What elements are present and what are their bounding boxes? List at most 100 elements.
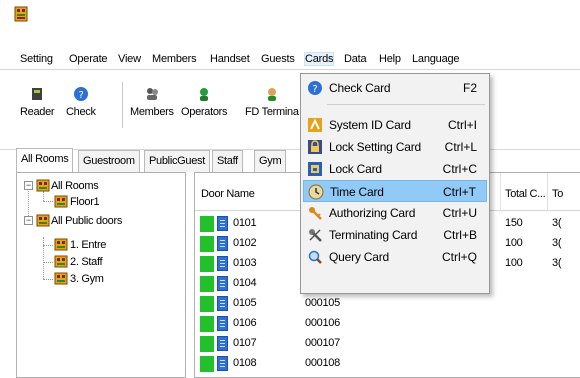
tree-connector [43, 191, 44, 201]
menu-setting[interactable]: Setting [20, 53, 53, 65]
tab-gym[interactable]: Gym [254, 150, 287, 172]
door-status-indicator [200, 236, 214, 252]
tree-collapse-toggle[interactable]: − [24, 216, 33, 225]
door-icon [217, 356, 228, 371]
door-name-cell: 0102 [233, 237, 257, 249]
menu-item-shortcut: Ctrl+Q [441, 250, 477, 264]
menu-operate[interactable]: Operate [69, 53, 108, 65]
column-divider[interactable] [547, 173, 548, 211]
tree-node-entre[interactable]: 1. Entre [70, 239, 106, 251]
menu-item-label: Check Card [329, 81, 391, 95]
reader-icon [32, 88, 43, 100]
menu-item-shortcut: Ctrl+T [443, 185, 476, 199]
menu-bar: Setting Operate View Members Handset Gue… [0, 50, 580, 70]
table-row[interactable]: 0108 000108 [195, 355, 580, 373]
menu-item-terminating-card[interactable]: Terminating Card Ctrl+B [303, 224, 487, 246]
svg-text:?: ? [78, 90, 83, 101]
tree-node-all-rooms[interactable]: All Rooms [51, 180, 99, 192]
menu-cards[interactable]: Cards [303, 52, 335, 66]
tree-node-gym[interactable]: 3. Gym [70, 273, 104, 285]
fd-terminal-button[interactable]: FD Termina [245, 86, 299, 118]
door-tree: − All Rooms Floor1 − All Public doors 1.… [16, 172, 186, 378]
menu-item-shortcut: Ctrl+B [443, 228, 477, 242]
tree-connector [43, 279, 53, 280]
members-label: Members [130, 106, 174, 118]
column-divider[interactable] [500, 173, 501, 211]
app-logo-icon [14, 6, 28, 22]
tab-all-rooms[interactable]: All Rooms [16, 148, 74, 172]
menu-item-shortcut: Ctrl+C [442, 162, 477, 176]
system-id-card-icon [308, 118, 322, 132]
menu-language[interactable]: Language [412, 53, 460, 65]
check-card-icon: ? [308, 81, 322, 95]
lock-setting-card-icon [308, 140, 322, 154]
door-name-cell: 0106 [233, 317, 257, 329]
menu-members[interactable]: Members [152, 53, 197, 65]
door-icon [217, 316, 228, 331]
menu-item-label: Terminating Card [329, 228, 418, 242]
time-card-icon [308, 184, 324, 200]
tree-node-staff[interactable]: 2. Staff [70, 256, 103, 268]
tree-connector [28, 191, 29, 216]
building-icon [36, 214, 50, 227]
door-status-indicator [200, 316, 214, 332]
reader-button[interactable]: Reader [20, 86, 55, 118]
menu-data[interactable]: Data [344, 53, 367, 65]
tree-collapse-toggle[interactable]: − [24, 181, 33, 190]
door-status-indicator [200, 296, 214, 312]
menu-view[interactable]: View [118, 53, 141, 65]
column-header-total[interactable]: Total C... [505, 188, 546, 200]
title-bar [0, 0, 580, 44]
total-cell: 100 [505, 237, 523, 249]
door-icon [217, 256, 228, 271]
door-group-icon [54, 238, 68, 251]
menu-item-system-id-card[interactable]: System ID Card Ctrl+I [303, 114, 487, 136]
menu-item-query-card[interactable]: Query Card Ctrl+Q [303, 246, 487, 268]
terminating-card-icon [309, 229, 322, 242]
tree-connector [43, 237, 44, 279]
members-button[interactable]: Members [130, 86, 174, 118]
check-label: Check [66, 106, 96, 118]
tab-guestroom[interactable]: Guestroom [78, 150, 140, 172]
door-code-cell: 000105 [305, 297, 340, 309]
door-code-cell: 000108 [305, 357, 340, 369]
menu-item-lock-setting-card[interactable]: Lock Setting Card Ctrl+L [303, 136, 487, 158]
menu-item-authorizing-card[interactable]: Authorizing Card Ctrl+U [303, 202, 487, 224]
table-row[interactable]: 0107 000107 [195, 335, 580, 353]
menu-help[interactable]: Help [379, 53, 401, 65]
menu-separator [327, 104, 485, 105]
door-name-cell: 0108 [233, 357, 257, 369]
query-card-icon [308, 250, 322, 264]
table-row[interactable]: 0105 000105 [195, 295, 580, 313]
check-button[interactable]: ? Check [66, 86, 96, 118]
door-icon [217, 296, 228, 311]
door-group-icon [54, 272, 68, 285]
menu-handset[interactable]: Handset [210, 53, 250, 65]
tree-node-floor1[interactable]: Floor1 [70, 196, 100, 208]
operators-button[interactable]: Operators [181, 86, 228, 118]
tree-node-all-public-doors[interactable]: All Public doors [51, 215, 122, 227]
check-icon: ? [73, 87, 88, 101]
members-icon [146, 88, 158, 100]
tree-connector [43, 201, 53, 202]
column-header-door-name[interactable]: Door Name [201, 188, 255, 200]
menu-item-lock-card[interactable]: Lock Card Ctrl+C [303, 158, 487, 180]
last-cell: 3( [552, 217, 562, 229]
last-cell: 3( [552, 237, 562, 249]
total-cell: 100 [505, 257, 523, 269]
operators-label: Operators [181, 106, 228, 118]
menu-item-check-card[interactable]: ? Check Card F2 [303, 77, 487, 99]
tab-staff[interactable]: Staff [212, 150, 243, 172]
menu-guests[interactable]: Guests [261, 53, 295, 65]
building-icon [36, 179, 50, 192]
door-code-cell: 000106 [305, 317, 340, 329]
fd-terminal-icon [267, 88, 276, 101]
door-name-cell: 0101 [233, 217, 257, 229]
menu-item-time-card[interactable]: Time Card Ctrl+T [303, 180, 487, 202]
tree-connector [43, 245, 53, 246]
door-status-indicator [200, 256, 214, 272]
menu-item-shortcut: F2 [462, 81, 477, 95]
tab-publicguest[interactable]: PublicGuest [144, 150, 211, 172]
table-row[interactable]: 0106 000106 [195, 315, 580, 333]
column-header-last[interactable]: To [552, 188, 563, 200]
